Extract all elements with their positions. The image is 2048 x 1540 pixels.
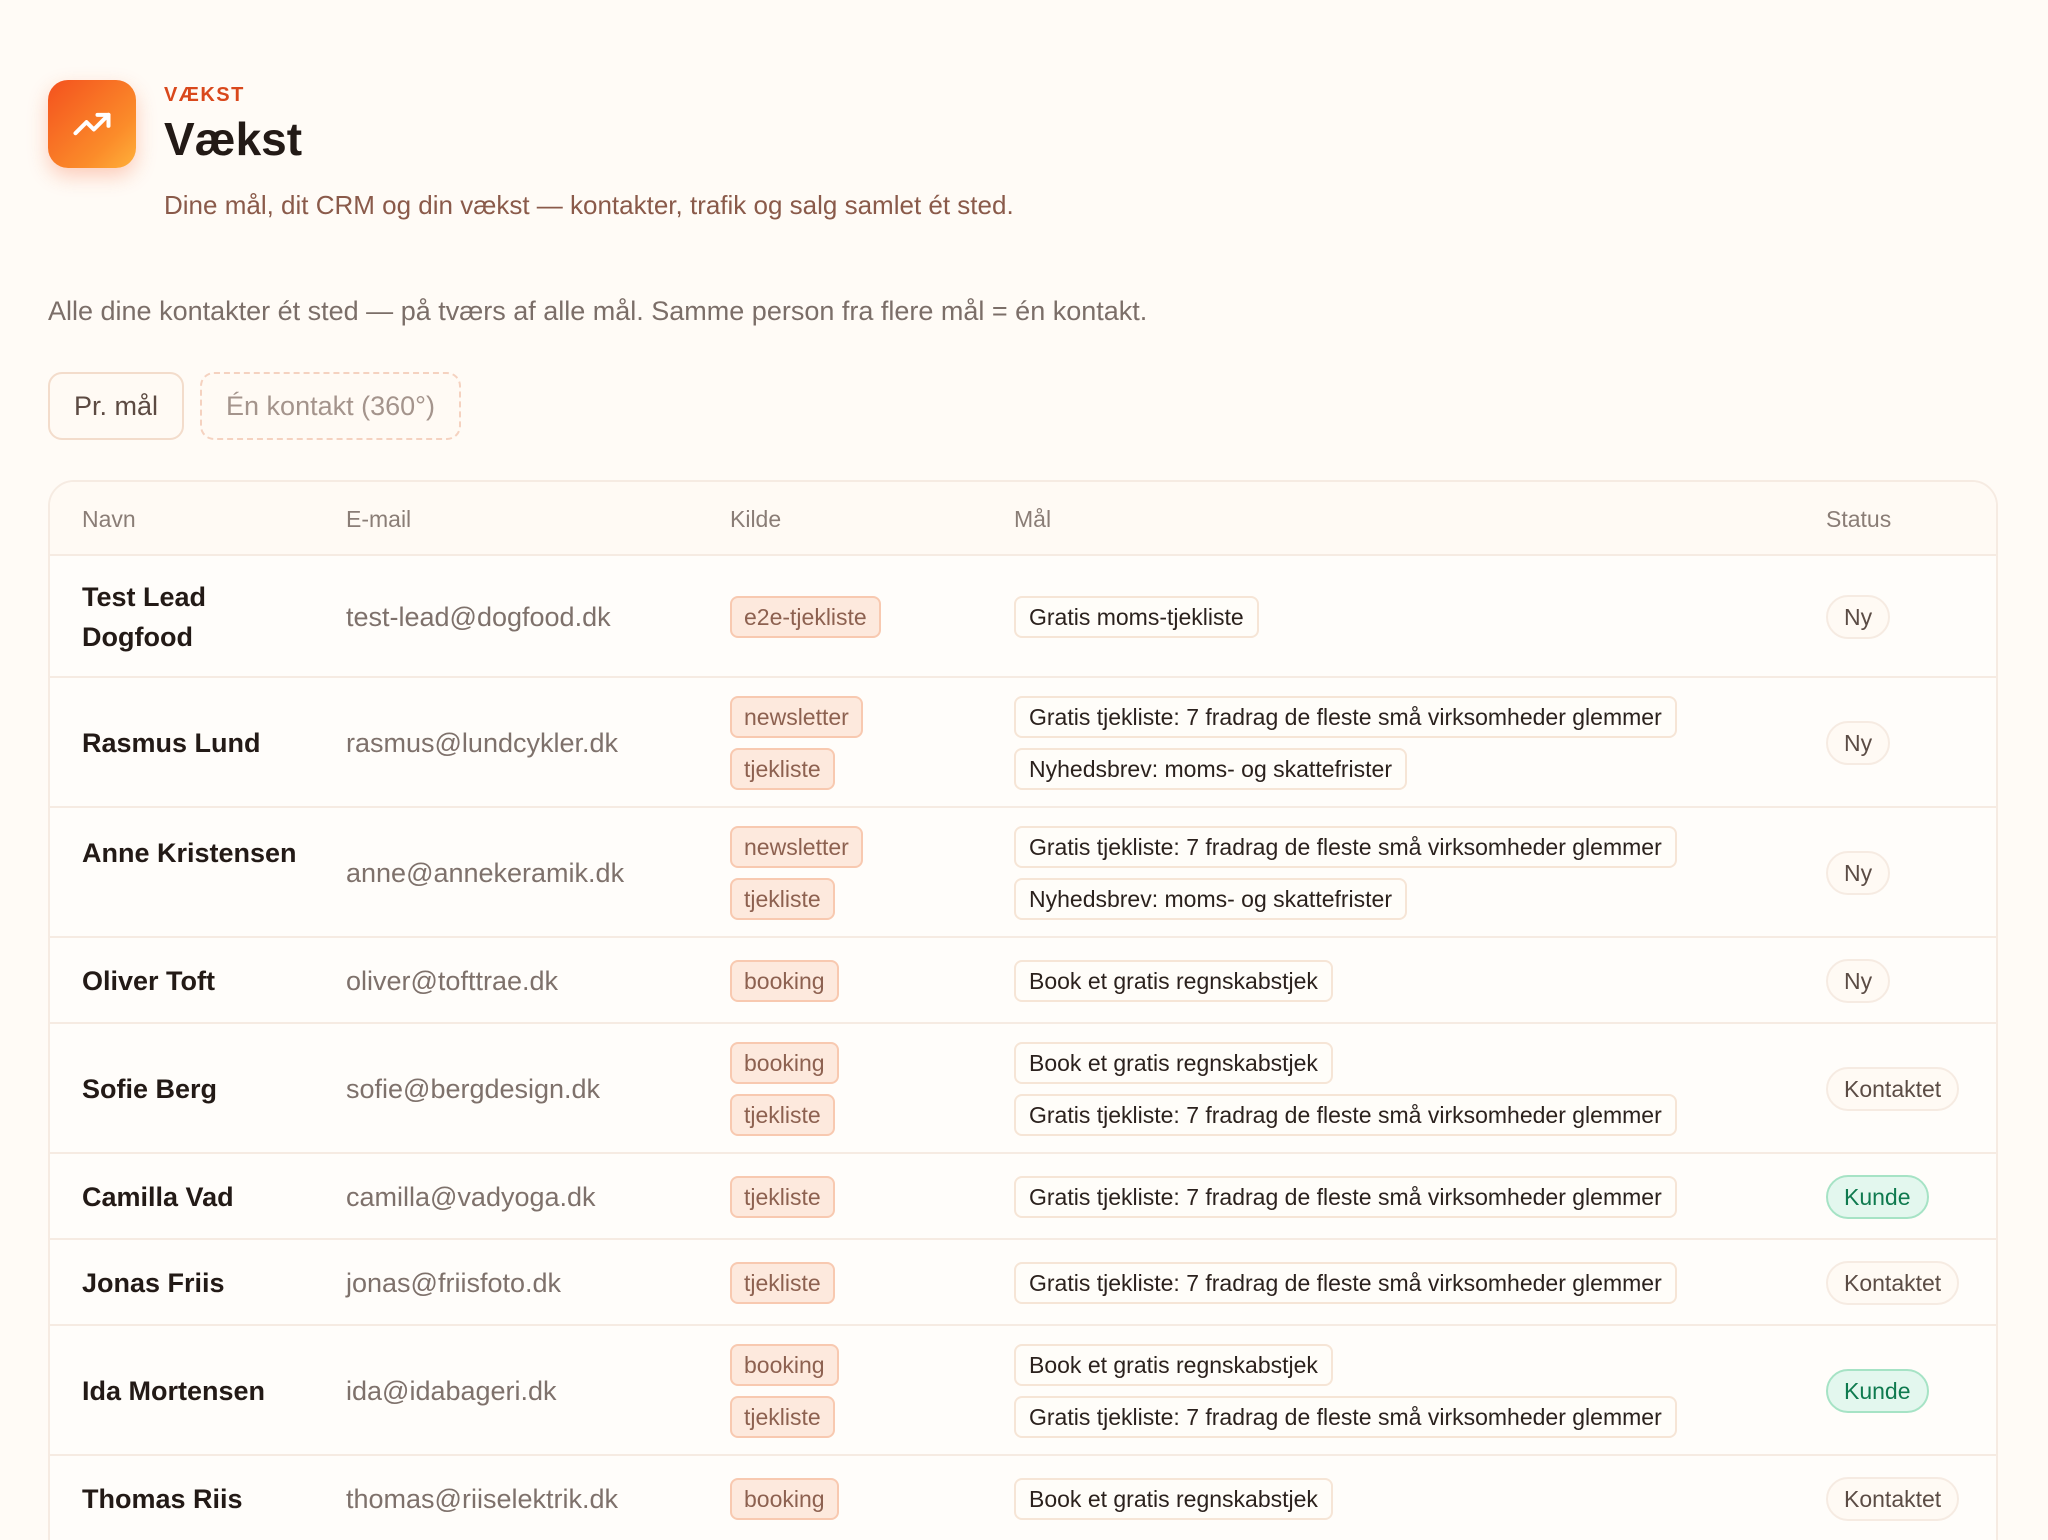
page-title: Vækst	[164, 113, 303, 165]
contact-email[interactable]: rasmus@lundcykler.dk	[346, 723, 618, 763]
contact-name: Thomas Riis	[82, 1484, 243, 1514]
page-subtitle: Dine mål, dit CRM og din vækst — kontakt…	[164, 190, 1014, 220]
table-row[interactable]: Rasmus Lund rasmus@lundcykler.dk newslette…	[50, 678, 1996, 808]
goal-tag[interactable]: Gratis tjekliste: 7 fradrag de fleste sm…	[1014, 696, 1677, 738]
contact-name: Oliver Toft	[82, 966, 216, 996]
table-row[interactable]: Anne Kristensen anne@annekeramik.dk newsle…	[50, 808, 1996, 938]
contact-email[interactable]: jonas@friisfoto.dk	[346, 1263, 561, 1303]
table-header: Navn E-mail Kilde Mål Status	[50, 482, 1996, 556]
table-row[interactable]: Camilla Vad camilla@vadyoga.dk tjekliste Gr…	[50, 1154, 1996, 1240]
goal-tag[interactable]: Gratis moms-tjekliste	[1014, 596, 1259, 638]
contact-email[interactable]: ida@idabageri.dk	[346, 1371, 557, 1411]
source-tag: tjekliste	[730, 878, 835, 920]
goal-tag[interactable]: Book et gratis regnskabstjek	[1014, 1042, 1333, 1084]
table-row[interactable]: Ida Mortensen ida@idabageri.dk booking tjek…	[50, 1326, 1996, 1456]
goal-tags: Gratis tjekliste: 7 fradrag de fleste sm…	[1014, 826, 1677, 920]
trending-up-icon	[48, 80, 136, 168]
goal-tag[interactable]: Book et gratis regnskabstjek	[1014, 1344, 1333, 1386]
contact-name: Camilla Vad	[82, 1182, 234, 1212]
status-badge[interactable]: Ny	[1826, 595, 1891, 639]
contact-email[interactable]: thomas@riiselektrik.dk	[346, 1479, 618, 1519]
source-tag: booking	[730, 1042, 839, 1084]
table-row[interactable]: Test Lead Dogfood test-lead@dogfood.dk e2e…	[50, 556, 1996, 678]
goal-tag[interactable]: Gratis tjekliste: 7 fradrag de fleste sm…	[1014, 826, 1677, 868]
table-row[interactable]: Jonas Friis jonas@friisfoto.dk tjekliste Gr…	[50, 1240, 1996, 1326]
tab-single-contact[interactable]: Én kontakt (360°)	[200, 372, 461, 440]
source-tags: newsletter tjekliste	[730, 826, 863, 920]
goal-tags: Book et gratis regnskabstjek Gratis tjekl…	[1014, 1042, 1677, 1136]
page-eyebrow: VÆKST	[164, 84, 245, 106]
status-badge[interactable]: Ny	[1826, 851, 1891, 895]
source-tags: tjekliste	[730, 1262, 835, 1304]
source-tags: booking tjekliste	[730, 1344, 839, 1438]
contact-name: Sofie Berg	[82, 1074, 218, 1104]
source-tag: booking	[730, 960, 839, 1002]
source-tag: tjekliste	[730, 1396, 835, 1438]
goal-tag[interactable]: Gratis tjekliste: 7 fradrag de fleste sm…	[1014, 1094, 1677, 1136]
column-header-goal[interactable]: Mål	[1014, 506, 1051, 533]
goal-tag[interactable]: Gratis tjekliste: 7 fradrag de fleste sm…	[1014, 1176, 1677, 1218]
source-tag: newsletter	[730, 696, 863, 738]
status-badge[interactable]: Kontaktet	[1826, 1261, 1960, 1305]
goal-tags: Gratis tjekliste: 7 fradrag de fleste sm…	[1014, 1176, 1677, 1218]
status-badge[interactable]: Kontaktet	[1826, 1477, 1960, 1521]
contact-name: Test Lead Dogfood	[82, 582, 207, 652]
source-tag: booking	[730, 1344, 839, 1386]
contact-name: Anne Kristensen	[82, 838, 297, 868]
goal-tags: Book et gratis regnskabstjek	[1014, 960, 1333, 1002]
table-row[interactable]: Oliver Toft oliver@tofttrae.dk booking Book…	[50, 938, 1996, 1024]
goal-tag[interactable]: Nyhedsbrev: moms- og skattefrister	[1014, 878, 1408, 920]
source-tag: tjekliste	[730, 1262, 835, 1304]
contact-name: Ida Mortensen	[82, 1376, 266, 1406]
source-tags: e2e-tjekliste	[730, 596, 881, 638]
status-badge[interactable]: Ny	[1826, 959, 1891, 1003]
source-tags: booking	[730, 960, 839, 1002]
goal-tags: Book et gratis regnskabstjek	[1014, 1478, 1333, 1520]
status-badge[interactable]: Kunde	[1826, 1369, 1929, 1413]
goal-tag[interactable]: Book et gratis regnskabstjek	[1014, 960, 1333, 1002]
contacts-table: Navn E-mail Kilde Mål Status Test Lead D…	[48, 480, 1998, 1540]
contact-email[interactable]: test-lead@dogfood.dk	[346, 597, 611, 637]
contact-name: Jonas Friis	[82, 1268, 225, 1298]
contact-name: Rasmus Lund	[82, 728, 261, 758]
goal-tags: Book et gratis regnskabstjek Gratis tjekl…	[1014, 1344, 1677, 1438]
column-header-source[interactable]: Kilde	[730, 506, 781, 533]
contacts-intro: Alle dine kontakter ét sted — på tværs a…	[48, 296, 1148, 326]
source-tag: e2e-tjekliste	[730, 596, 881, 638]
view-tabs: Pr. mål Én kontakt (360°)	[48, 372, 461, 440]
goal-tags: Gratis tjekliste: 7 fradrag de fleste sm…	[1014, 1262, 1677, 1304]
source-tag: tjekliste	[730, 748, 835, 790]
status-badge[interactable]: Kunde	[1826, 1175, 1929, 1219]
source-tags: tjekliste	[730, 1176, 835, 1218]
page-header: VÆKST Vækst Dine mål, dit CRM og din væk…	[48, 80, 1948, 230]
table-body: Test Lead Dogfood test-lead@dogfood.dk e2e…	[50, 556, 1996, 1540]
table-row[interactable]: Thomas Riis thomas@riiselektrik.dk booking…	[50, 1456, 1996, 1540]
goal-tag[interactable]: Gratis tjekliste: 7 fradrag de fleste sm…	[1014, 1396, 1677, 1438]
contact-email[interactable]: oliver@tofttrae.dk	[346, 961, 558, 1001]
goal-tag[interactable]: Gratis tjekliste: 7 fradrag de fleste sm…	[1014, 1262, 1677, 1304]
contact-email[interactable]: camilla@vadyoga.dk	[346, 1177, 596, 1217]
goal-tag[interactable]: Book et gratis regnskabstjek	[1014, 1478, 1333, 1520]
contact-email[interactable]: anne@annekeramik.dk	[346, 853, 624, 893]
table-row[interactable]: Sofie Berg sofie@bergdesign.dk booking tjek…	[50, 1024, 1996, 1154]
contact-email[interactable]: sofie@bergdesign.dk	[346, 1069, 600, 1109]
column-header-email[interactable]: E-mail	[346, 506, 411, 533]
column-header-name[interactable]: Navn	[82, 506, 136, 533]
source-tag: tjekliste	[730, 1176, 835, 1218]
status-badge[interactable]: Ny	[1826, 721, 1891, 765]
goal-tags: Gratis moms-tjekliste	[1014, 596, 1259, 638]
source-tag: tjekliste	[730, 1094, 835, 1136]
source-tag: newsletter	[730, 826, 863, 868]
source-tags: newsletter tjekliste	[730, 696, 863, 790]
source-tags: booking tjekliste	[730, 1042, 839, 1136]
status-badge[interactable]: Kontaktet	[1826, 1067, 1960, 1111]
goal-tag[interactable]: Nyhedsbrev: moms- og skattefrister	[1014, 748, 1408, 790]
source-tag: booking	[730, 1478, 839, 1520]
goal-tags: Gratis tjekliste: 7 fradrag de fleste sm…	[1014, 696, 1677, 790]
tab-per-goal[interactable]: Pr. mål	[48, 372, 185, 440]
column-header-status[interactable]: Status	[1826, 506, 1891, 533]
source-tags: booking	[730, 1478, 839, 1520]
